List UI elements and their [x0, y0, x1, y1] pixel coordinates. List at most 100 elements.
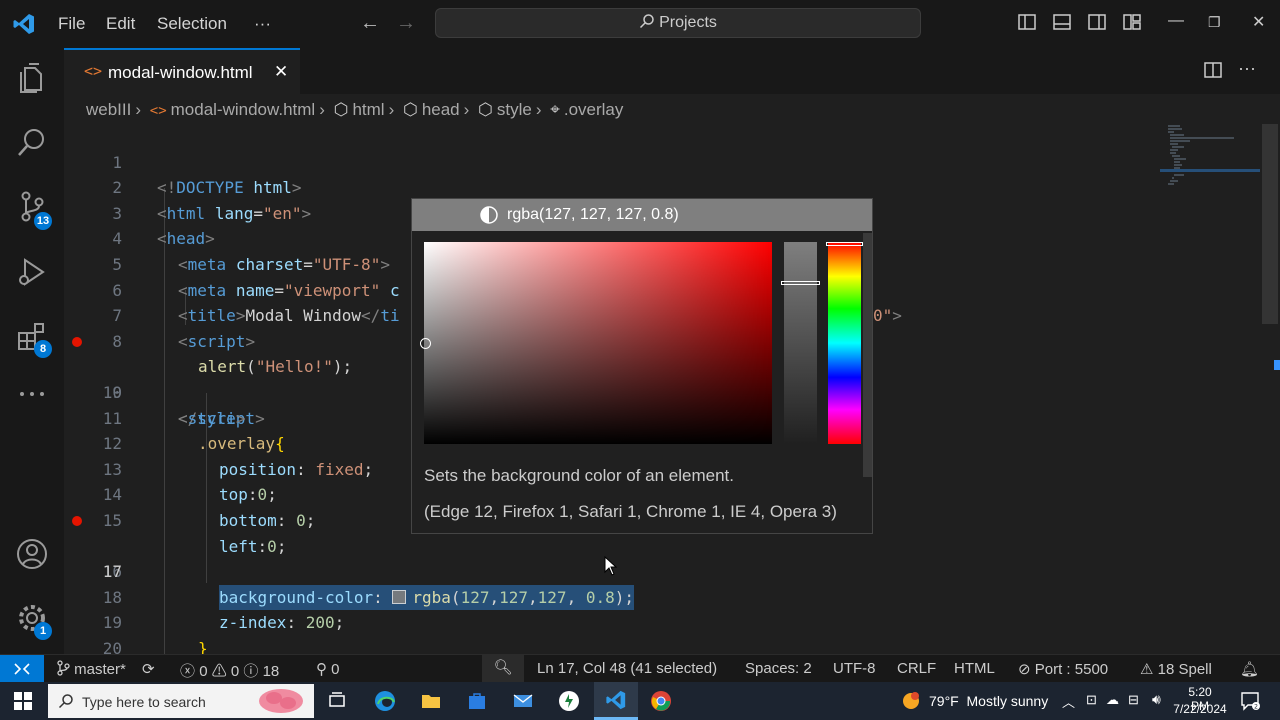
breadcrumb-head[interactable]: head [422, 100, 460, 119]
volume-icon[interactable]: 🔊︎ [1152, 691, 1161, 708]
forward-arrow-icon[interactable]: → [396, 12, 416, 35]
problems-status[interactable]: ⓧ 0 ⚠ 0 ⓘ 18 [180, 660, 279, 681]
opacity-slider-handle[interactable] [781, 281, 820, 285]
taskbar-search-box[interactable]: Type here to search [48, 684, 314, 718]
tray-cloud-icon[interactable]: ☁ [1106, 692, 1119, 708]
settings-badge: 1 [34, 622, 52, 640]
code-line: 3 <head> [64, 175, 1280, 249]
breakpoint-icon[interactable] [72, 336, 82, 347]
language-mode[interactable]: HTML [954, 660, 995, 677]
weather-text[interactable]: 79°F Mostly sunny [929, 693, 1048, 709]
weather-sun-icon[interactable] [900, 690, 922, 712]
breadcrumb-html[interactable]: html [352, 100, 384, 119]
branch-status[interactable]: master* [56, 660, 126, 678]
notifications-bell-icon[interactable]: 🔔︎ [1240, 660, 1259, 678]
toggle-panel-icon[interactable] [1053, 14, 1071, 30]
chrome-icon[interactable] [650, 690, 672, 712]
chevron-right-icon: › [319, 100, 325, 119]
indentation-status[interactable]: Spaces: 2 [745, 660, 812, 677]
more-views-icon[interactable] [16, 386, 48, 402]
vscode-taskbar-button[interactable] [594, 682, 638, 720]
clock-date[interactable]: 7/22/2024 [1173, 702, 1227, 716]
minimap[interactable] [1160, 124, 1260, 194]
tray-app-icon[interactable]: ⊡ [1086, 692, 1097, 708]
close-tab-icon[interactable]: ✕ [274, 62, 288, 82]
extensions-badge: 8 [34, 340, 52, 358]
color-mode-icon [480, 206, 498, 224]
network-icon[interactable]: ⊟ [1128, 692, 1139, 708]
menu-file[interactable]: File [58, 14, 85, 34]
back-arrow-icon[interactable]: ← [360, 12, 380, 35]
element-icon: ⬡ [478, 100, 493, 119]
element-icon: ⬡ [402, 100, 418, 119]
search-icon[interactable] [16, 126, 48, 158]
tab-label: modal-window.html [108, 63, 253, 82]
live-server-status[interactable]: ⊘ Port : 5500 [1018, 660, 1108, 678]
microsoft-store-icon[interactable] [466, 690, 488, 712]
browser-compatibility: (Edge 12, Firefox 1, Safari 1, Chrome 1,… [424, 502, 837, 521]
live-server-port: Port : 5500 [1034, 661, 1109, 678]
breakpoint-icon[interactable] [72, 516, 82, 526]
task-view-icon[interactable] [326, 690, 348, 712]
color-picker-header[interactable]: rgba(127, 127, 127, 0.8) [412, 199, 872, 231]
menu-edit[interactable]: Edit [106, 14, 135, 34]
vscode-logo-icon[interactable] [12, 12, 36, 36]
branch-icon [57, 660, 70, 676]
cursor-position[interactable]: Ln 17, Col 48 (41 selected) [537, 660, 717, 677]
code-line-current: 17 background-color: rgba(127,127,127, 0… [64, 534, 1280, 611]
split-editor-icon[interactable] [1204, 62, 1222, 78]
customize-layout-icon[interactable] [1123, 14, 1141, 30]
hue-slider-handle[interactable] [826, 242, 863, 246]
hover-scrollbar[interactable] [863, 233, 872, 477]
spell-status[interactable]: ⚠ 18 Spell [1140, 660, 1212, 678]
code-line: 2 <html lang="en"> [64, 150, 1280, 223]
close-window-icon[interactable]: ✕ [1252, 12, 1265, 32]
search-placeholder: Type here to search [82, 694, 206, 710]
windows-start-icon[interactable] [12, 690, 34, 712]
spell-check-icon: ⚠ [1140, 661, 1154, 678]
notification-center-icon[interactable]: 2 [1240, 691, 1260, 711]
breadcrumb-overlay[interactable]: .overlay [564, 100, 624, 119]
hue-strip[interactable] [826, 242, 863, 444]
toggle-secondary-sidebar-icon[interactable] [1088, 14, 1106, 30]
breadcrumb-file[interactable]: modal-window.html [171, 100, 316, 119]
opacity-strip[interactable] [781, 242, 820, 444]
breadcrumb-folder[interactable]: webIII [86, 100, 131, 119]
ports-status[interactable]: ⚲ 0 [316, 660, 340, 678]
property-description: Sets the background color of an element. [424, 466, 734, 485]
run-debug-icon[interactable] [16, 256, 48, 288]
saturation-value-box[interactable] [420, 242, 772, 444]
minimize-icon[interactable]: — [1168, 12, 1184, 30]
show-hidden-icons-chevron-up-icon[interactable]: ︿ [1062, 692, 1075, 711]
breadcrumb: webIII › <> modal-window.html › ⬡ html › ⬡ hea… [86, 100, 627, 120]
edge-browser-icon[interactable] [374, 690, 396, 712]
explorer-icon[interactable] [16, 62, 48, 94]
zoom-icon[interactable]: 🔍︎ [482, 654, 524, 682]
command-center-label: Projects [659, 14, 717, 31]
menu-more[interactable]: ··· [254, 14, 271, 34]
spell-count: 18 Spell [1157, 661, 1212, 678]
app-icon[interactable] [558, 690, 580, 712]
code-line: 1 <!DOCTYPE html> [64, 124, 1280, 198]
warning-icon: ⚠ [211, 663, 227, 680]
menu-selection[interactable]: Selection [157, 14, 227, 34]
more-actions-icon[interactable]: ··· [1238, 58, 1256, 79]
tab-modal-window[interactable]: <> modal-window.html ✕ [64, 48, 300, 94]
remote-indicator[interactable] [0, 655, 44, 683]
command-center[interactable]: Projects [435, 8, 921, 38]
windows-taskbar: Type here to search 79°F Mostly sunny ︿ … [0, 682, 1280, 720]
restore-icon[interactable]: ❐ [1208, 14, 1221, 31]
code-line: 18 z-index: 200; [64, 559, 1280, 633]
accounts-icon[interactable] [16, 538, 48, 570]
color-selector-handle[interactable] [420, 338, 431, 349]
mail-icon[interactable] [512, 690, 534, 712]
ports-count: 0 [331, 661, 340, 678]
breadcrumb-style[interactable]: style [497, 100, 532, 119]
toggle-primary-sidebar-icon[interactable] [1018, 14, 1036, 30]
encoding-status[interactable]: UTF-8 [833, 660, 876, 677]
vertical-scrollbar[interactable] [1262, 124, 1278, 324]
file-explorer-icon[interactable] [420, 690, 442, 712]
code-line: 19 } [64, 585, 1280, 654]
eol-status[interactable]: CRLF [897, 660, 936, 677]
sync-icon[interactable]: ⟳ [142, 660, 155, 678]
